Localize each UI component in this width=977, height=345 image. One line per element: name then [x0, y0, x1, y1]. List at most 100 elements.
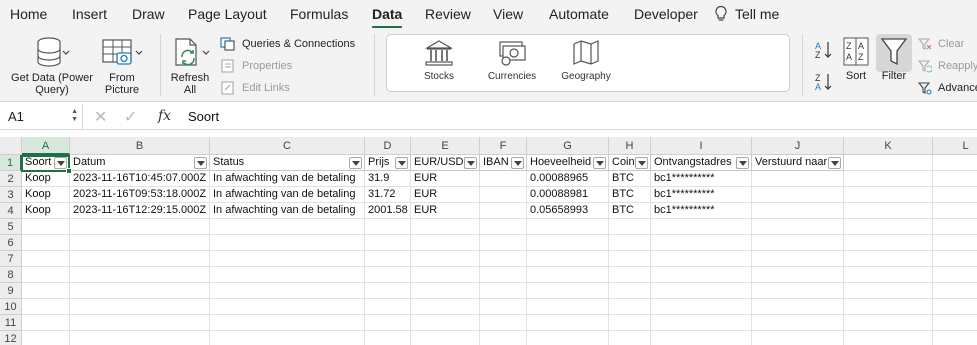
grid-cell[interactable]: Koop: [22, 187, 70, 203]
grid-cell[interactable]: [480, 171, 527, 187]
grid-cell[interactable]: [365, 315, 411, 331]
row-header-1[interactable]: 1: [0, 155, 22, 171]
grid-cell[interactable]: In afwachting van de betaling: [210, 171, 365, 187]
grid-cell[interactable]: [651, 251, 752, 267]
grid-cell[interactable]: [22, 331, 70, 345]
row-header-3[interactable]: 3: [0, 187, 22, 203]
filter-dropdown-icon[interactable]: [464, 157, 477, 169]
grid-cell[interactable]: [411, 235, 480, 251]
grid-cell[interactable]: [933, 203, 977, 219]
column-header-b[interactable]: B: [70, 137, 210, 155]
grid-cell[interactable]: [752, 187, 844, 203]
grid-cell[interactable]: [752, 331, 844, 345]
grid-cell[interactable]: [651, 331, 752, 345]
grid-cell[interactable]: [365, 267, 411, 283]
column-header-i[interactable]: I: [651, 137, 752, 155]
filter-dropdown-icon[interactable]: [349, 157, 362, 169]
currencies-button[interactable]: Currencies: [477, 39, 547, 82]
grid-cell[interactable]: [752, 171, 844, 187]
table-header-cell[interactable]: Status: [210, 155, 365, 171]
grid-cell[interactable]: [651, 299, 752, 315]
column-header-a[interactable]: A: [22, 137, 70, 155]
grid-cell[interactable]: In afwachting van de betaling: [210, 187, 365, 203]
grid-cell[interactable]: [933, 155, 977, 171]
grid-cell[interactable]: [70, 299, 210, 315]
grid-cell[interactable]: [365, 299, 411, 315]
grid-cell[interactable]: [844, 315, 933, 331]
grid-cell[interactable]: Koop: [22, 171, 70, 187]
from-picture-button[interactable]: From Picture: [98, 36, 146, 96]
grid-cell[interactable]: 2023-11-16T10:45:07.000Z: [70, 171, 210, 187]
grid-cell[interactable]: [22, 235, 70, 251]
tab-view[interactable]: View: [493, 6, 523, 22]
grid-cell[interactable]: [844, 331, 933, 345]
grid-cell[interactable]: [933, 251, 977, 267]
grid-cell[interactable]: [22, 283, 70, 299]
grid-cell[interactable]: [210, 235, 365, 251]
column-header-l[interactable]: L: [933, 137, 977, 155]
grid-cell[interactable]: [480, 299, 527, 315]
row-header-8[interactable]: 8: [0, 267, 22, 283]
advanced-filter-button[interactable]: Advanced: [918, 81, 977, 95]
grid-cell[interactable]: [365, 331, 411, 345]
grid-cell[interactable]: [480, 267, 527, 283]
grid-cell[interactable]: [365, 251, 411, 267]
grid-cell[interactable]: [752, 235, 844, 251]
grid-cell[interactable]: [609, 219, 651, 235]
table-header-cell[interactable]: Verstuurd naar: [752, 155, 844, 171]
edit-links-button[interactable]: Edit Links: [220, 81, 290, 95]
grid-cell[interactable]: [752, 315, 844, 331]
grid-cell[interactable]: [933, 219, 977, 235]
grid-cell[interactable]: [527, 219, 609, 235]
grid-cell[interactable]: 0.05658993: [527, 203, 609, 219]
reapply-button[interactable]: Reapply: [918, 59, 977, 73]
select-all-corner[interactable]: [0, 137, 22, 155]
table-header-cell[interactable]: Ontvangstadres: [651, 155, 752, 171]
filter-dropdown-icon[interactable]: [194, 157, 207, 169]
row-header-9[interactable]: 9: [0, 283, 22, 299]
table-header-cell[interactable]: IBAN: [480, 155, 527, 171]
tab-review[interactable]: Review: [425, 6, 471, 22]
grid-cell[interactable]: 2001.58: [365, 203, 411, 219]
grid-cell[interactable]: [752, 283, 844, 299]
cancel-icon[interactable]: ✕: [94, 109, 107, 126]
tab-page-layout[interactable]: Page Layout: [188, 6, 267, 22]
column-header-h[interactable]: H: [609, 137, 651, 155]
clear-filter-button[interactable]: Clear: [918, 37, 964, 51]
filter-dropdown-icon[interactable]: [395, 157, 408, 169]
grid-cell[interactable]: 31.9: [365, 171, 411, 187]
grid-cell[interactable]: [411, 331, 480, 345]
column-header-g[interactable]: G: [527, 137, 609, 155]
grid-cell[interactable]: [70, 315, 210, 331]
grid-cell[interactable]: Koop: [22, 203, 70, 219]
table-header-cell[interactable]: Prijs: [365, 155, 411, 171]
grid-cell[interactable]: [651, 267, 752, 283]
grid-cell[interactable]: [365, 219, 411, 235]
grid-cell[interactable]: [480, 203, 527, 219]
grid-cell[interactable]: BTC: [609, 171, 651, 187]
table-header-cell[interactable]: EUR/USD: [411, 155, 480, 171]
grid-cell[interactable]: [844, 203, 933, 219]
grid-cell[interactable]: EUR: [411, 187, 480, 203]
name-box-stepper-icon[interactable]: ▲ ▼: [71, 108, 78, 124]
grid-cell[interactable]: 0.00088981: [527, 187, 609, 203]
grid-cell[interactable]: [844, 235, 933, 251]
row-header-11[interactable]: 11: [0, 315, 22, 331]
grid-cell[interactable]: [609, 299, 651, 315]
grid-cell[interactable]: BTC: [609, 203, 651, 219]
grid-cell[interactable]: [933, 283, 977, 299]
grid-cell[interactable]: [933, 171, 977, 187]
grid-cell[interactable]: [480, 219, 527, 235]
grid-cell[interactable]: [527, 315, 609, 331]
filter-button[interactable]: Filter: [876, 36, 912, 82]
get-data-button[interactable]: Get Data (Power Query): [6, 36, 98, 96]
grid-cell[interactable]: 2023-11-16T12:29:15.000Z: [70, 203, 210, 219]
grid-cell[interactable]: [411, 315, 480, 331]
grid-cell[interactable]: [210, 331, 365, 345]
name-box[interactable]: A1 ▲ ▼: [0, 104, 83, 130]
sort-descending-icon[interactable]: Z A: [814, 72, 834, 92]
grid-cell[interactable]: [411, 283, 480, 299]
formula-input[interactable]: Soort: [188, 109, 219, 124]
row-header-6[interactable]: 6: [0, 235, 22, 251]
grid-cell[interactable]: [752, 219, 844, 235]
